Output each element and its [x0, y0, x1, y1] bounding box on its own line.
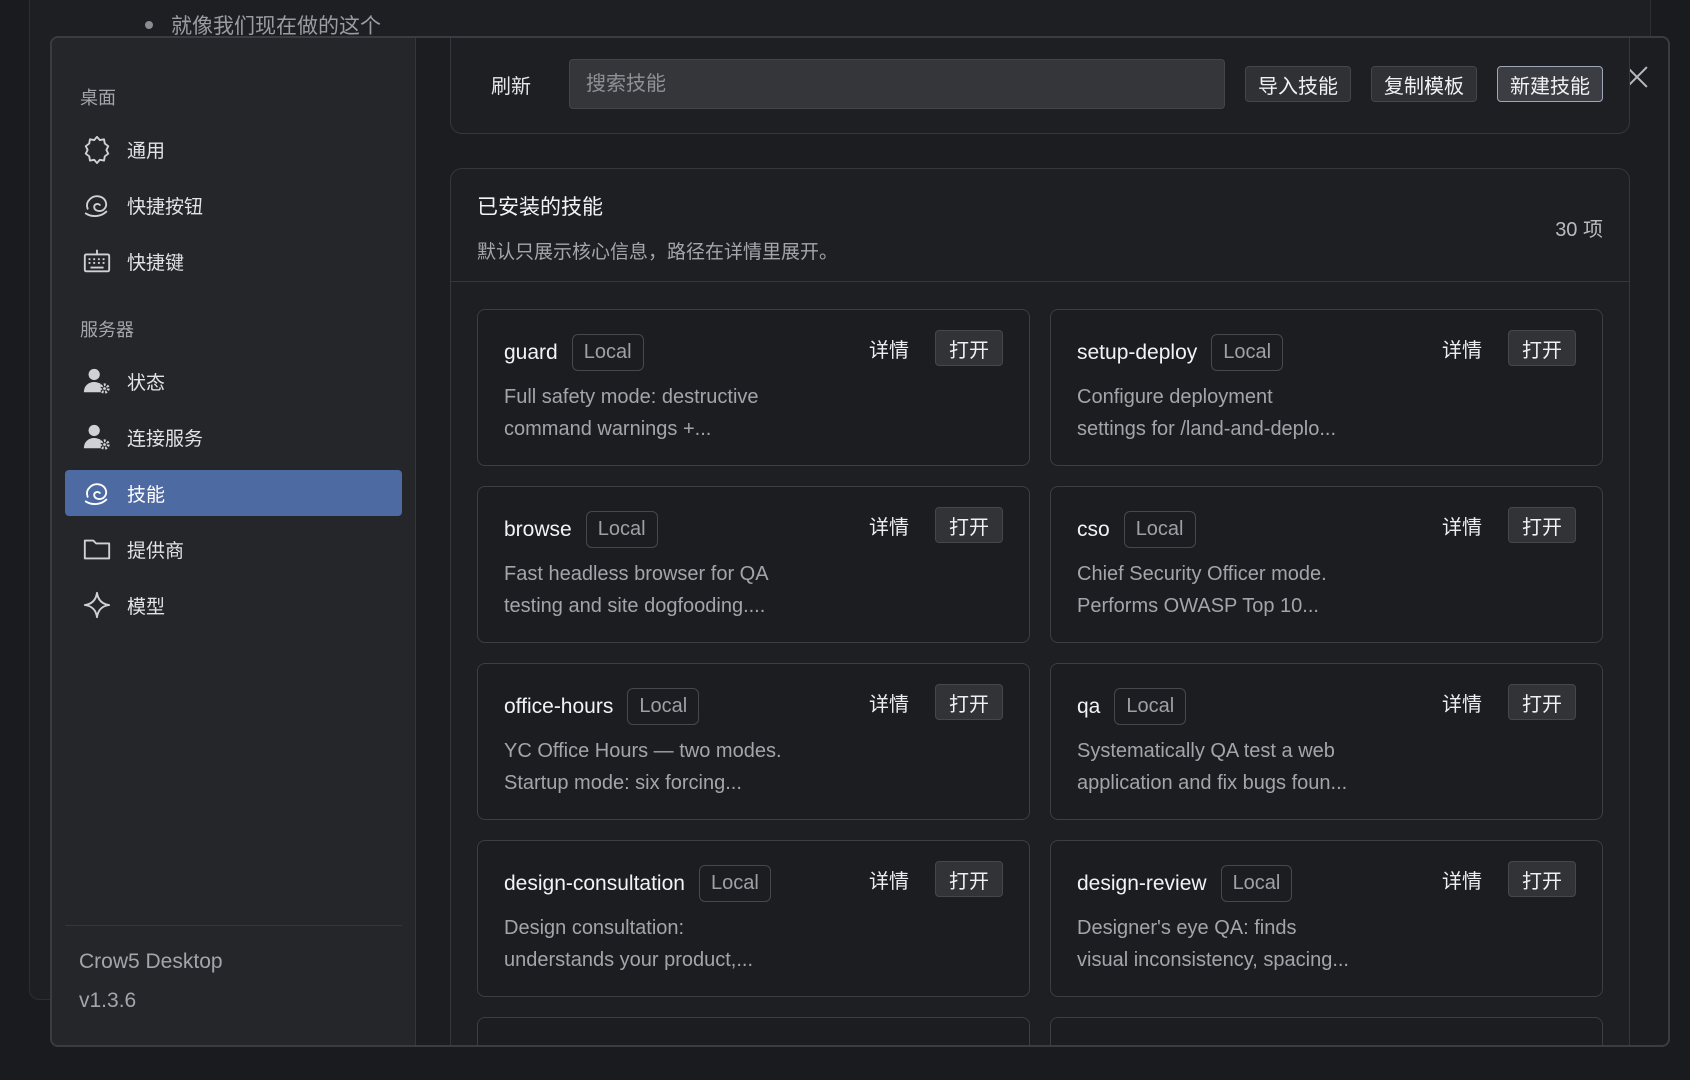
sidebar-item-quick-buttons[interactable]: 快捷按钮 — [65, 182, 402, 228]
search-input[interactable] — [569, 59, 1225, 109]
refresh-button[interactable]: 刷新 — [491, 70, 531, 99]
source-badge: Local — [1211, 334, 1284, 371]
detail-button[interactable]: 详情 — [869, 688, 909, 717]
skill-card: design-consultation Local 详情 打开 Design c… — [477, 840, 1030, 997]
detail-button[interactable]: 详情 — [869, 865, 909, 894]
sidebar-item-providers[interactable]: 提供商 — [65, 526, 402, 572]
source-badge: Local — [1114, 688, 1187, 725]
sidebar-item-label: 技能 — [127, 484, 166, 506]
skill-name: design-review — [1077, 871, 1207, 895]
detail-button[interactable]: 详情 — [1442, 511, 1482, 540]
skill-description: Chief Security Officer mode. Performs OW… — [1077, 563, 1327, 617]
skill-name: cso — [1077, 517, 1110, 541]
sidebar-item-models[interactable]: 模型 — [65, 582, 402, 628]
sidebar-footer: Crow5 Desktop v1.3.6 — [65, 925, 402, 1045]
copy-template-button[interactable]: 复制模板 — [1371, 66, 1477, 102]
detail-button[interactable]: 详情 — [1442, 334, 1482, 363]
skill-card: design-review Local 详情 打开 Designer's eye… — [1050, 840, 1603, 997]
sidebar-item-shortcuts[interactable]: 快捷键 — [65, 238, 402, 284]
open-button[interactable]: 打开 — [1508, 507, 1576, 543]
skill-description: Configure deployment settings for /land-… — [1077, 386, 1337, 440]
skill-name: browse — [504, 517, 572, 541]
sidebar-item-label: 提供商 — [127, 540, 185, 562]
skill-card: office-hours Local 详情 打开 YC Office Hours… — [477, 663, 1030, 820]
panel-header: 已安装的技能 默认只展示核心信息，路径在详情里展开。 30 项 — [451, 169, 1629, 282]
gear-icon — [81, 133, 113, 165]
skill-description: Fast headless browser for QA testing and… — [504, 563, 769, 617]
skill-name: guard — [504, 340, 558, 364]
app-name: Crow5 Desktop — [79, 950, 223, 973]
settings-modal: 桌面 通用 快捷按钮 快捷键 服务器 状态 连接服务 技能 提供商 模型 Cro… — [50, 36, 1670, 1047]
app-version: v1.3.6 — [79, 989, 137, 1012]
skill-card: guard Local 详情 打开 Full safety mode: dest… — [477, 309, 1030, 466]
installed-skills-panel: 已安装的技能 默认只展示核心信息，路径在详情里展开。 30 项 guard Lo… — [450, 168, 1630, 1045]
open-button[interactable]: 打开 — [935, 330, 1003, 366]
open-button[interactable]: 打开 — [935, 684, 1003, 720]
sidebar-item-label: 模型 — [127, 596, 166, 618]
skill-description: YC Office Hours — two modes. Startup mod… — [504, 740, 782, 794]
skill-card: setup-deploy Local 详情 打开 Configure deplo… — [1050, 309, 1603, 466]
skill-card-partial — [1050, 1017, 1603, 1045]
sidebar-item-label: 状态 — [127, 372, 166, 394]
skills-toolbar: 刷新 导入技能 复制模板 新建技能 — [450, 38, 1630, 134]
skill-card: qa Local 详情 打开 Systematically QA test a … — [1050, 663, 1603, 820]
skill-description: Systematically QA test a web application… — [1077, 740, 1348, 794]
sidebar-item-label: 通用 — [127, 140, 166, 162]
open-button[interactable]: 打开 — [935, 861, 1003, 897]
skill-description: Design consultation: understands your pr… — [504, 917, 754, 971]
skill-description: Full safety mode: destructive command wa… — [504, 386, 759, 440]
source-badge: Local — [1220, 865, 1293, 902]
skill-name: design-consultation — [504, 871, 685, 895]
source-badge: Local — [627, 688, 700, 725]
panel-subtitle: 默认只展示核心信息，路径在详情里展开。 — [477, 242, 839, 263]
sidebar-item-skills[interactable]: 技能 — [65, 470, 402, 516]
sidebar-item-label: 快捷按钮 — [127, 196, 204, 218]
swirl-icon — [81, 477, 113, 509]
detail-button[interactable]: 详情 — [1442, 688, 1482, 717]
source-badge: Local — [1123, 511, 1196, 548]
source-badge: Local — [585, 511, 658, 548]
sidebar-item-connect-services[interactable]: 连接服务 — [65, 414, 402, 460]
skill-name: qa — [1077, 694, 1101, 718]
detail-button[interactable]: 详情 — [1442, 865, 1482, 894]
detail-button[interactable]: 详情 — [869, 334, 909, 363]
skill-card: browse Local 详情 打开 Fast headless browser… — [477, 486, 1030, 643]
skill-count: 30 项 — [1555, 219, 1603, 241]
open-button[interactable]: 打开 — [1508, 861, 1576, 897]
source-badge: Local — [698, 865, 771, 902]
bullet-dot — [145, 21, 153, 29]
swirl-icon — [81, 189, 113, 221]
sidebar-item-general[interactable]: 通用 — [65, 126, 402, 172]
import-skill-button[interactable]: 导入技能 — [1245, 66, 1351, 102]
skill-name: setup-deploy — [1077, 340, 1198, 364]
sparkle-icon — [81, 589, 113, 621]
open-button[interactable]: 打开 — [935, 507, 1003, 543]
new-skill-button[interactable]: 新建技能 — [1497, 66, 1603, 102]
user-gear-icon — [81, 365, 113, 397]
folder-icon — [81, 533, 113, 565]
skill-description: Designer's eye QA: finds visual inconsis… — [1077, 917, 1349, 971]
sidebar-group-server: 服务器 — [80, 320, 134, 340]
panel-title: 已安装的技能 — [477, 196, 603, 219]
user-gear-icon — [81, 421, 113, 453]
source-badge: Local — [571, 334, 644, 371]
settings-sidebar: 桌面 通用 快捷按钮 快捷键 服务器 状态 连接服务 技能 提供商 模型 Cro… — [52, 38, 416, 1045]
open-button[interactable]: 打开 — [1508, 330, 1576, 366]
skills-grid: guard Local 详情 打开 Full safety mode: dest… — [451, 282, 1629, 1045]
skill-card: cso Local 详情 打开 Chief Security Officer m… — [1050, 486, 1603, 643]
skill-name: office-hours — [504, 694, 614, 718]
skills-content: 刷新 导入技能 复制模板 新建技能 已安装的技能 默认只展示核心信息，路径在详情… — [416, 38, 1668, 1045]
sidebar-group-desktop: 桌面 — [80, 88, 116, 108]
sidebar-item-status[interactable]: 状态 — [65, 358, 402, 404]
keyboard-icon — [81, 245, 113, 277]
open-button[interactable]: 打开 — [1508, 684, 1576, 720]
skill-card-partial — [477, 1017, 1030, 1045]
sidebar-item-label: 连接服务 — [127, 428, 204, 450]
detail-button[interactable]: 详情 — [869, 511, 909, 540]
sidebar-item-label: 快捷键 — [127, 252, 185, 274]
